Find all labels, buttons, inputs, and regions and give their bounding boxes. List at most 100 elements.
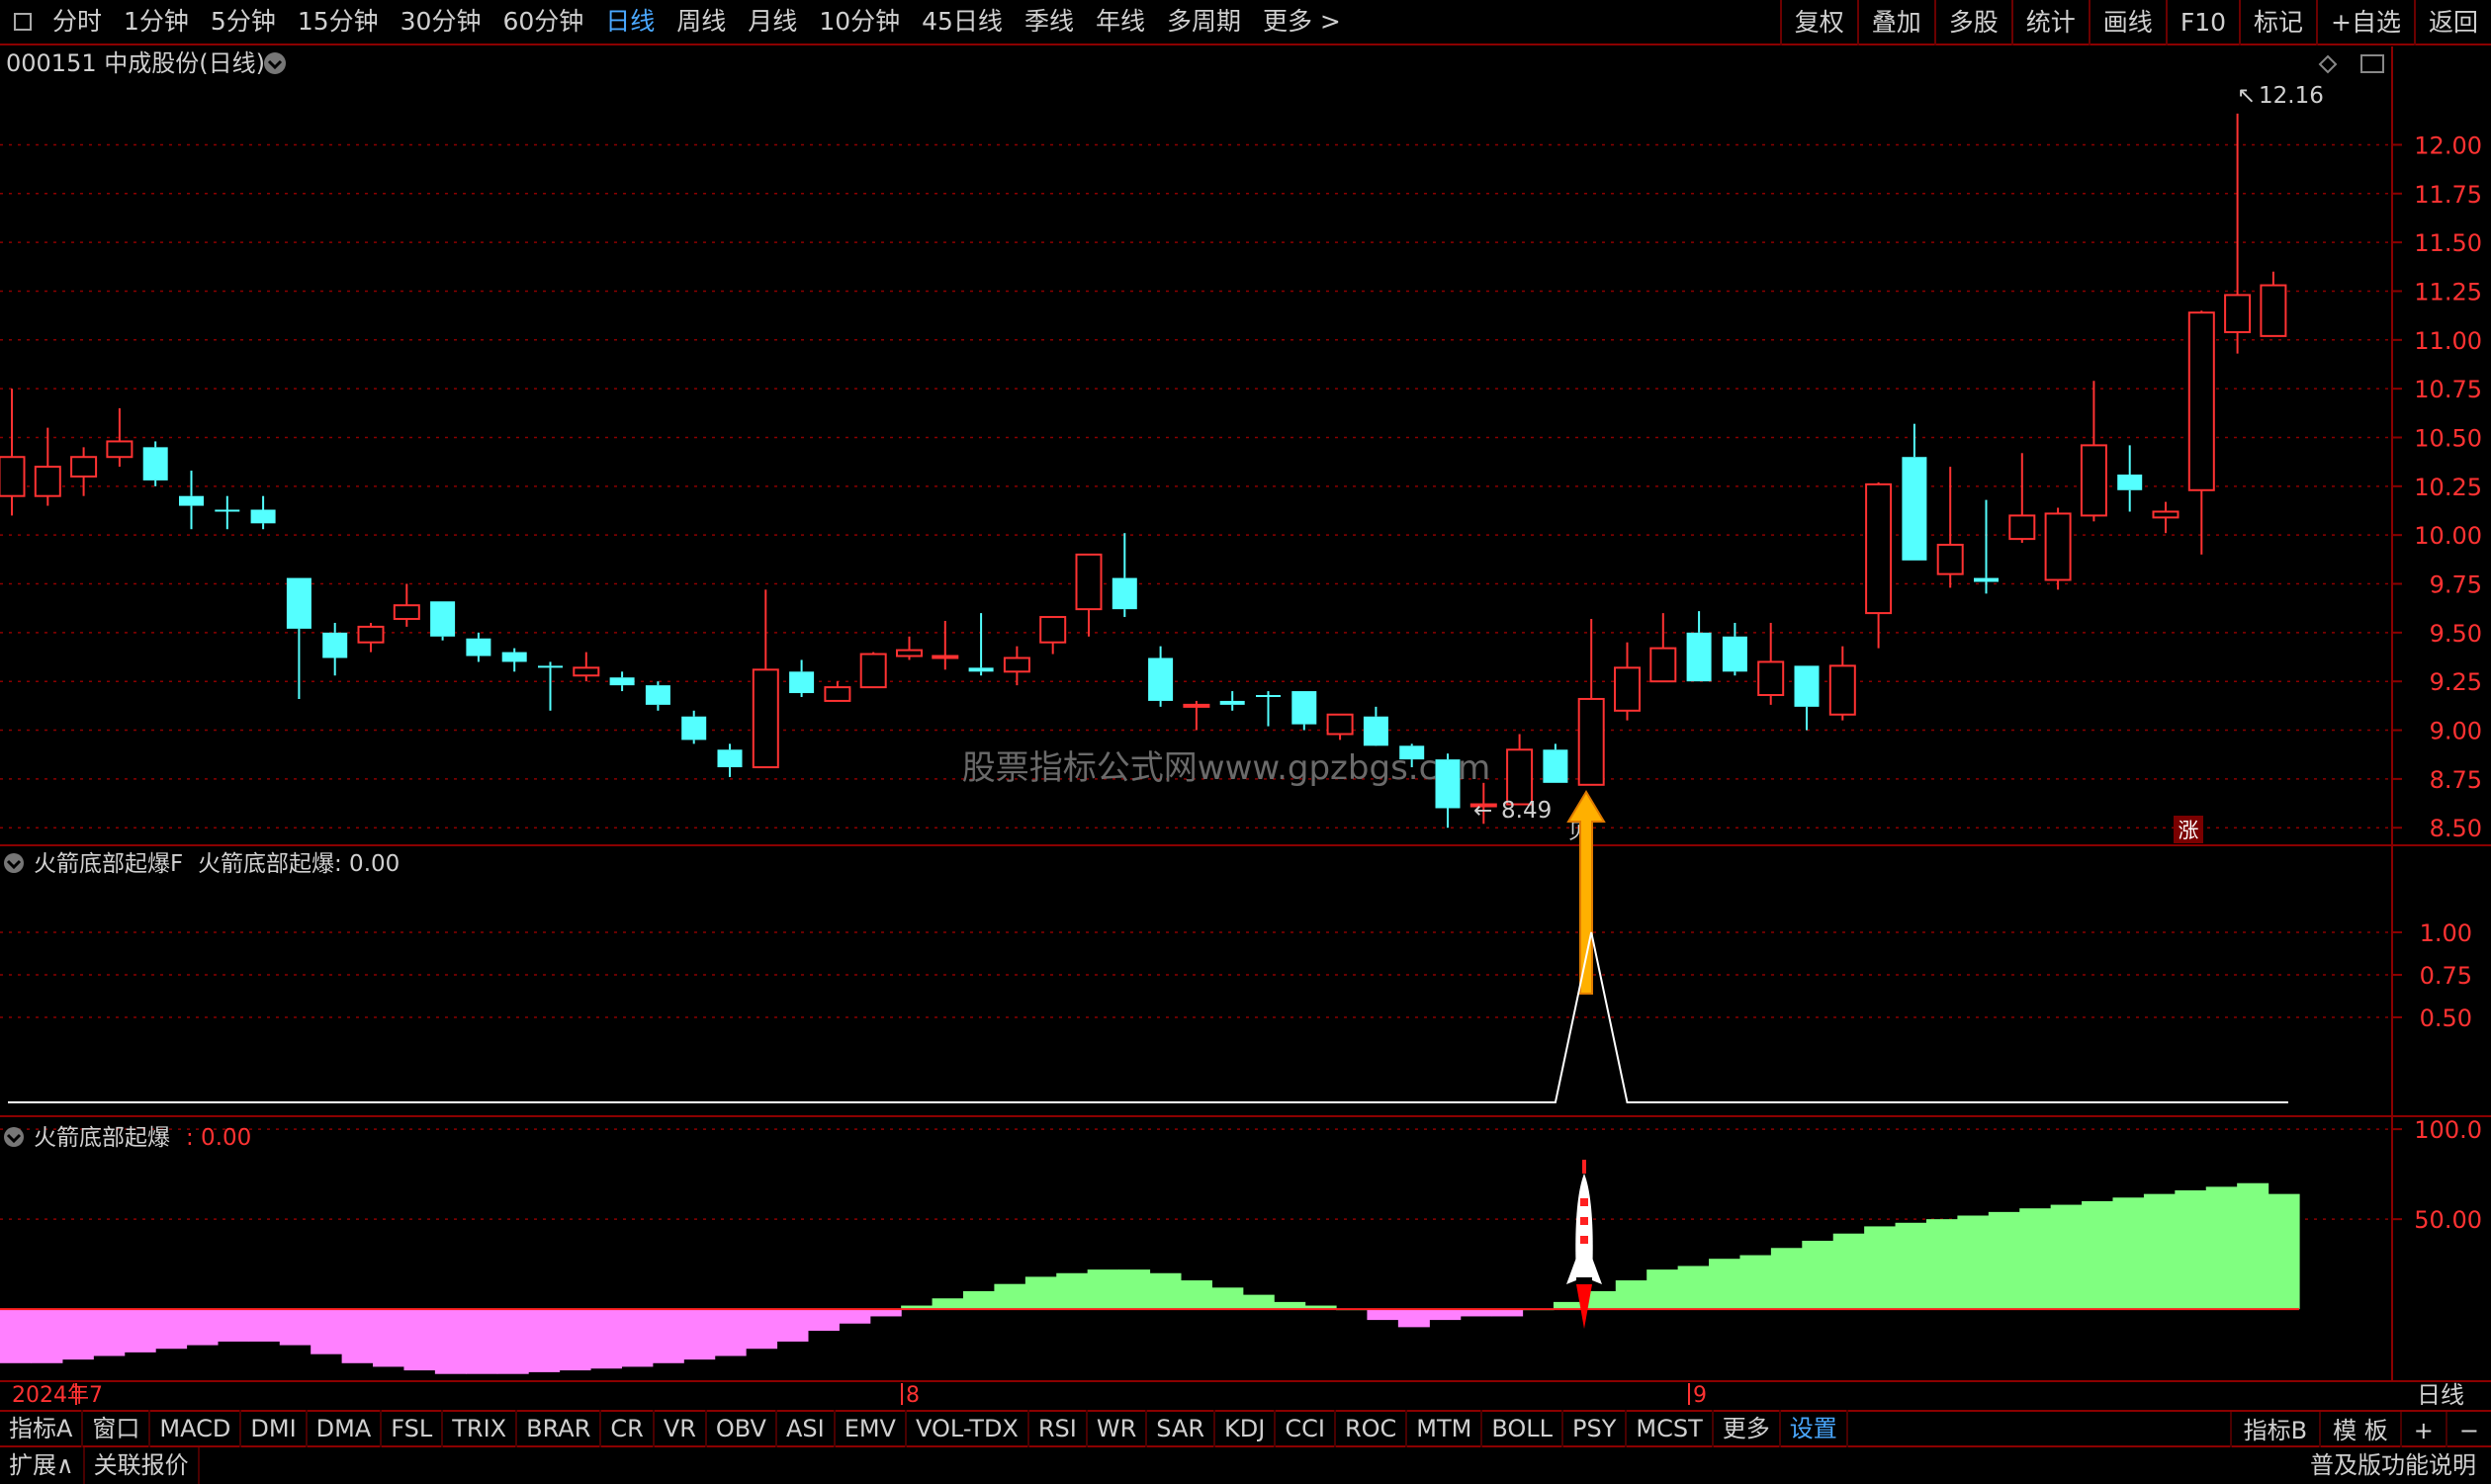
indicator-tab[interactable]: CCI <box>1276 1410 1336 1447</box>
indicator-tab[interactable]: FSL <box>382 1410 444 1447</box>
candle-body <box>466 638 491 656</box>
indicator-tab[interactable]: 窗口 <box>83 1410 151 1447</box>
indicator-tab[interactable]: CR <box>601 1410 655 1447</box>
panel2-label: 火箭底部起爆F <box>34 851 183 877</box>
area-bar <box>217 1309 249 1342</box>
period-button[interactable]: 季线 <box>1014 0 1085 44</box>
indicator-tab[interactable]: PSY <box>1563 1410 1628 1447</box>
candle-body <box>1974 577 1999 582</box>
indicator-tab[interactable]: EMV <box>836 1410 907 1447</box>
area-bar <box>496 1309 529 1374</box>
area-bar <box>248 1309 281 1342</box>
candle-body <box>1075 553 1103 611</box>
period-button[interactable]: 分时 <box>42 0 113 44</box>
indicator-tab[interactable]: 指标A <box>0 1410 84 1447</box>
indicator-tab[interactable]: WR <box>1088 1410 1148 1447</box>
indicator-tab[interactable]: VR <box>655 1410 707 1447</box>
indicator-tab-right-button[interactable]: + <box>2399 1412 2446 1449</box>
indicator-tab-right-button[interactable]: 模 板 <box>2319 1412 2400 1449</box>
stock-title: 000151 中成股份(日线) <box>6 49 265 77</box>
candle-body <box>250 509 276 524</box>
indicator-tab-right-button[interactable]: 指标B <box>2229 1412 2319 1449</box>
indicator-tab[interactable]: SAR <box>1147 1410 1216 1447</box>
area-bar <box>2019 1208 2052 1310</box>
period-button[interactable]: 45日线 <box>911 0 1014 44</box>
toolbar-button[interactable]: 画线 <box>2088 0 2166 45</box>
indicator-tab[interactable]: 更多 <box>1714 1410 1781 1447</box>
indicator-tab[interactable]: DMI <box>241 1410 308 1447</box>
indicator-tab[interactable]: TRIX <box>443 1410 518 1447</box>
area-bar <box>994 1283 1026 1310</box>
toolbar-button[interactable]: +自选 <box>2316 0 2414 45</box>
indicator-tab[interactable]: 设置 <box>1781 1410 1848 1447</box>
toolbar-button[interactable]: 叠加 <box>1856 0 1934 45</box>
price-tick-label: 10.75 <box>2414 376 2482 403</box>
period-button[interactable]: 年线 <box>1085 0 1156 44</box>
price-tick-label: 9.75 <box>2430 571 2482 599</box>
indicator-tab[interactable]: OBV <box>707 1410 777 1447</box>
period-button[interactable]: 60分钟 <box>491 0 594 44</box>
stock-menu-icon[interactable] <box>264 52 286 74</box>
y-axis: 12.00 11.75 11.50 11.25 11.00 10.75 10.50 10.25… <box>2392 131 2482 1234</box>
area-bar <box>1429 1309 1462 1321</box>
indicator-tab[interactable]: RSI <box>1029 1410 1088 1447</box>
chart-area[interactable]: 12.00 11.75 11.50 11.25 11.00 10.75 10.50 10.25… <box>0 46 2491 1410</box>
maximize-icon[interactable] <box>2360 54 2384 73</box>
indicator-tab[interactable]: KDJ <box>1215 1410 1277 1447</box>
period-button[interactable]: 更多 > <box>1252 0 1352 44</box>
price-tick-label: 12.00 <box>2414 131 2482 159</box>
expand-button[interactable]: 扩展∧ <box>0 1447 85 1484</box>
window-toggle-icon[interactable] <box>14 13 32 31</box>
candle-body <box>968 667 994 672</box>
candle-body <box>896 649 923 657</box>
panel3-menu-icon[interactable] <box>4 1127 24 1147</box>
diamond-icon[interactable] <box>2318 54 2338 74</box>
period-button[interactable]: 5分钟 <box>200 0 287 44</box>
area-bar <box>1056 1272 1089 1310</box>
period-button[interactable]: 15分钟 <box>287 0 390 44</box>
indicator-tab[interactable]: ROC <box>1336 1410 1408 1447</box>
signal-tick-label: 0.75 <box>2420 962 2472 990</box>
period-button[interactable]: 月线 <box>737 0 808 44</box>
indicator-tab[interactable]: BOLL <box>1482 1410 1564 1447</box>
candle-body <box>1543 749 1568 783</box>
period-button[interactable]: 日线 <box>594 0 666 44</box>
period-button[interactable]: 10分钟 <box>808 0 911 44</box>
area-bar <box>1180 1280 1212 1310</box>
x-label-aug: 8 <box>906 1383 920 1408</box>
toolbar-button[interactable]: 统计 <box>2010 0 2089 45</box>
indicator-tab[interactable]: MCST <box>1627 1410 1714 1447</box>
period-button[interactable]: 周线 <box>666 0 737 44</box>
period-button[interactable]: 多周期 <box>1156 0 1252 44</box>
candle-body <box>2117 474 2143 490</box>
candle-body <box>1936 544 1964 575</box>
indicator-tab[interactable]: VOL-TDX <box>907 1410 1029 1447</box>
area-bar <box>1832 1233 1865 1310</box>
area-bar <box>1615 1280 1647 1310</box>
toolbar-button[interactable]: F10 <box>2165 0 2239 45</box>
indicator-tab-right-button[interactable]: − <box>2445 1412 2491 1449</box>
toolbar-button[interactable]: 标记 <box>2239 0 2316 45</box>
indicator-tab[interactable]: MACD <box>150 1410 242 1447</box>
candle-body <box>1148 657 1174 701</box>
area-bar <box>2205 1186 2238 1310</box>
candle-body <box>1865 482 1893 615</box>
indicator-tab-bar: 指标A 窗口 MACD DMI DMA FSL TRIX BRAR CR VR OBV ASI EMV V… <box>0 1410 2491 1449</box>
indicator-tab[interactable]: ASI <box>777 1410 836 1447</box>
toolbar-button[interactable]: 返回 <box>2413 0 2491 45</box>
period-button[interactable]: 1分钟 <box>113 0 200 44</box>
indicator-tab[interactable]: BRAR <box>517 1410 602 1447</box>
area-bar <box>2175 1190 2207 1310</box>
panel2-menu-icon[interactable] <box>4 853 24 873</box>
period-list: 分时 1分钟 5分钟 15分钟 30分钟 60分钟 日线 周线 月线 10分钟 45日线 季线 年线 多周… <box>42 0 1352 44</box>
candle-body <box>717 749 743 768</box>
edition-info-link[interactable]: 普及版功能说明 <box>2301 1447 2485 1484</box>
area-bar <box>61 1309 94 1360</box>
area-bar <box>1367 1309 1399 1321</box>
indicator-tab[interactable]: MTM <box>1407 1410 1483 1447</box>
linked-quote-button[interactable]: 关联报价 <box>85 1447 200 1484</box>
toolbar-button[interactable]: 多股 <box>1933 0 2011 45</box>
period-button[interactable]: 30分钟 <box>390 0 492 44</box>
indicator-tab[interactable]: DMA <box>308 1410 383 1447</box>
toolbar-button[interactable]: 复权 <box>1779 0 1857 45</box>
